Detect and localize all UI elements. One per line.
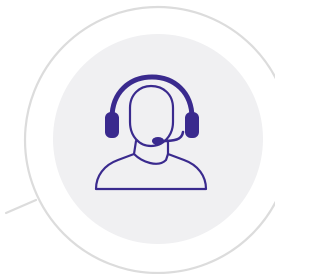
support-badge-graphic xyxy=(4,5,275,274)
headset-ear-cup-right xyxy=(185,112,199,138)
ring-tail-line xyxy=(4,198,38,215)
headset-ear-cup-left xyxy=(105,112,119,138)
headset-mic-tip xyxy=(152,137,164,145)
support-badge xyxy=(0,0,275,274)
